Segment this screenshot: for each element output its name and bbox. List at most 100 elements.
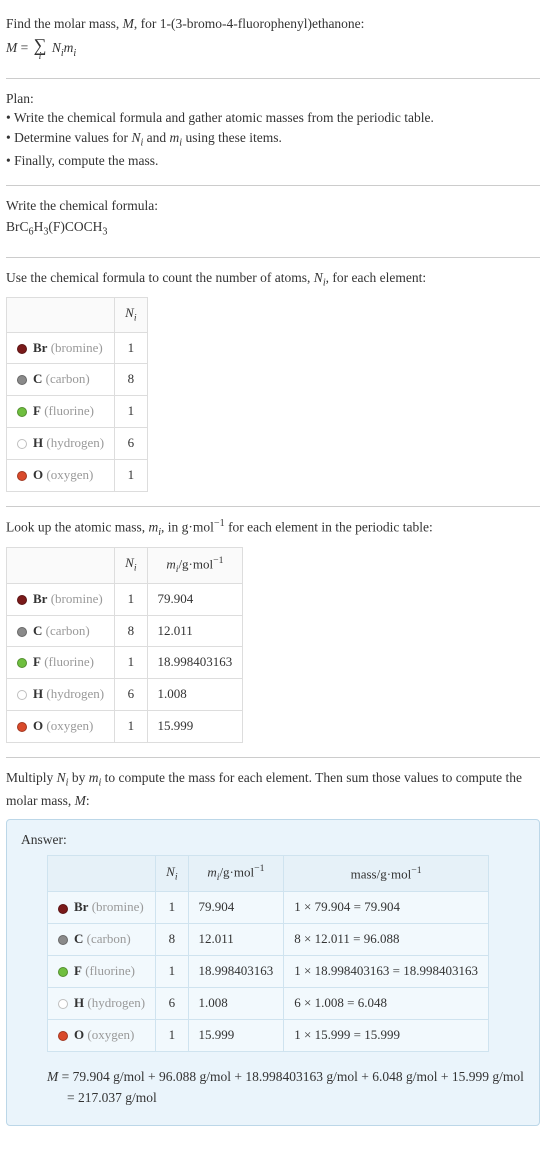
element-cell: O (oxygen) (7, 459, 115, 491)
eq-mi-i: i (73, 47, 76, 58)
count-heading: Use the chemical formula to count the nu… (6, 268, 540, 291)
table-row: C (carbon)8 (7, 364, 148, 396)
col-mi: mi/g·mol−1 (147, 547, 243, 583)
answer-box: Answer: Ni mi/g·mol−1 mass/g·mol−1 Br (b… (6, 819, 540, 1126)
table-row: C (carbon)812.011 (7, 615, 243, 647)
table-row: H (hydrogen)6 (7, 428, 148, 460)
eq-ni-n: N (52, 40, 61, 55)
table-row: Ni (7, 297, 148, 332)
multiply-section: Multiply Ni by mi to compute the mass fo… (6, 758, 540, 1140)
element-dot-icon (17, 627, 27, 637)
n-cell: 1 (115, 459, 147, 491)
col-mass: mass/g·mol−1 (284, 856, 489, 892)
table-row: H (hydrogen)61.0086 × 1.008 = 6.048 (48, 988, 489, 1020)
multiply-heading: Multiply Ni by mi to compute the mass fo… (6, 768, 540, 811)
m-cell: 79.904 (188, 892, 284, 924)
mult-ni-n: N (57, 770, 66, 785)
eq-m: M (6, 40, 17, 55)
col-empty (7, 547, 115, 583)
element-dot-icon (17, 439, 27, 449)
m-cell: 18.998403163 (188, 956, 284, 988)
element-cell: Br (bromine) (48, 892, 156, 924)
m-cell: 18.998403163 (147, 647, 243, 679)
count-section: Use the chemical formula to count the nu… (6, 258, 540, 507)
element-dot-icon (17, 375, 27, 385)
plan-bullet-2: • Determine values for Ni and mi using t… (6, 128, 540, 151)
element-cell: F (fluorine) (7, 396, 115, 428)
element-cell: C (carbon) (7, 364, 115, 396)
col-ni: Ni (115, 297, 147, 332)
n-cell: 1 (115, 396, 147, 428)
lookup-mid: , in g·mol (161, 519, 214, 534)
intro-line: Find the molar mass, M, for 1-(3-bromo-4… (6, 14, 540, 34)
m-cell: 1.008 (147, 679, 243, 711)
intro-section: Find the molar mass, M, for 1-(3-bromo-4… (6, 4, 540, 79)
table-row: Br (bromine)1 (7, 332, 148, 364)
element-dot-icon (17, 595, 27, 605)
count-heading-ni-n: N (314, 270, 323, 285)
element-cell: C (carbon) (48, 924, 156, 956)
mass-cell: 6 × 1.008 = 6.048 (284, 988, 489, 1020)
element-cell: H (hydrogen) (7, 679, 115, 711)
table-row: Br (bromine)179.9041 × 79.904 = 79.904 (48, 892, 489, 924)
plan-section: Plan: • Write the chemical formula and g… (6, 79, 540, 186)
chemical-formula: BrC6H3(F)COCH3 (6, 217, 540, 240)
eq-mi-m: m (64, 40, 74, 55)
m-cell: 79.904 (147, 583, 243, 615)
intro-var-m: M (123, 16, 134, 31)
element-cell: H (hydrogen) (48, 988, 156, 1020)
col-ni: Ni (156, 856, 188, 892)
plan-b2-post: using these items. (182, 130, 282, 145)
f-3b: 3 (102, 227, 107, 238)
n-cell: 6 (115, 428, 147, 460)
element-cell: O (oxygen) (7, 711, 115, 743)
table-row: F (fluorine)118.998403163 (7, 647, 243, 679)
col-ni: Ni (115, 547, 147, 583)
element-dot-icon (58, 1031, 68, 1041)
element-dot-icon (58, 935, 68, 945)
plan-bullet-3: • Finally, compute the mass. (6, 151, 540, 171)
element-dot-icon (17, 407, 27, 417)
f-brc: BrC (6, 219, 29, 234)
mass-cell: 1 × 15.999 = 15.999 (284, 1019, 489, 1051)
element-dot-icon (58, 999, 68, 1009)
element-dot-icon (58, 967, 68, 977)
mass-cell: 1 × 79.904 = 79.904 (284, 892, 489, 924)
n-cell: 8 (156, 924, 188, 956)
col-mi: mi/g·mol−1 (188, 856, 284, 892)
mult-mi-m: m (89, 770, 99, 785)
intro-pre: Find the molar mass, (6, 16, 123, 31)
element-cell: H (hydrogen) (7, 428, 115, 460)
answer-table: Ni mi/g·mol−1 mass/g·mol−1 Br (bromine)1… (47, 855, 489, 1051)
m-cell: 12.011 (147, 615, 243, 647)
n-cell: 8 (115, 364, 147, 396)
count-table: Ni Br (bromine)1C (carbon)8F (fluorine)1… (6, 297, 148, 492)
n-cell: 6 (156, 988, 188, 1020)
table-row: C (carbon)812.0118 × 12.011 = 96.088 (48, 924, 489, 956)
lookup-pre: Look up the atomic mass, (6, 519, 148, 534)
mass-cell: 8 × 12.011 = 96.088 (284, 924, 489, 956)
mult-b: by (68, 770, 88, 785)
element-dot-icon (17, 658, 27, 668)
m-cell: 15.999 (188, 1019, 284, 1051)
plan-b2-mi-m: m (170, 130, 180, 145)
element-dot-icon (17, 344, 27, 354)
eq-equals: = (17, 40, 31, 55)
table-row: F (fluorine)1 (7, 396, 148, 428)
n-cell: 1 (156, 956, 188, 988)
formula-section: Write the chemical formula: BrC6H3(F)COC… (6, 186, 540, 258)
element-dot-icon (17, 722, 27, 732)
formula-heading: Write the chemical formula: (6, 196, 540, 216)
mult-m: M (75, 793, 86, 808)
final-equation: M = 79.904 g/mol + 96.088 g/mol + 18.998… (47, 1066, 525, 1109)
m-cell: 12.011 (188, 924, 284, 956)
n-cell: 6 (115, 679, 147, 711)
plan-heading: Plan: (6, 89, 540, 109)
count-heading-post: , for each element: (326, 270, 426, 285)
mass-equation: M = ∑i Nimi (6, 36, 540, 62)
col-empty (48, 856, 156, 892)
sigma-icon: ∑i (34, 36, 47, 62)
element-cell: F (fluorine) (7, 647, 115, 679)
table-row: Ni mi/g·mol−1 mass/g·mol−1 (48, 856, 489, 892)
plan-bullet-1: • Write the chemical formula and gather … (6, 108, 540, 128)
